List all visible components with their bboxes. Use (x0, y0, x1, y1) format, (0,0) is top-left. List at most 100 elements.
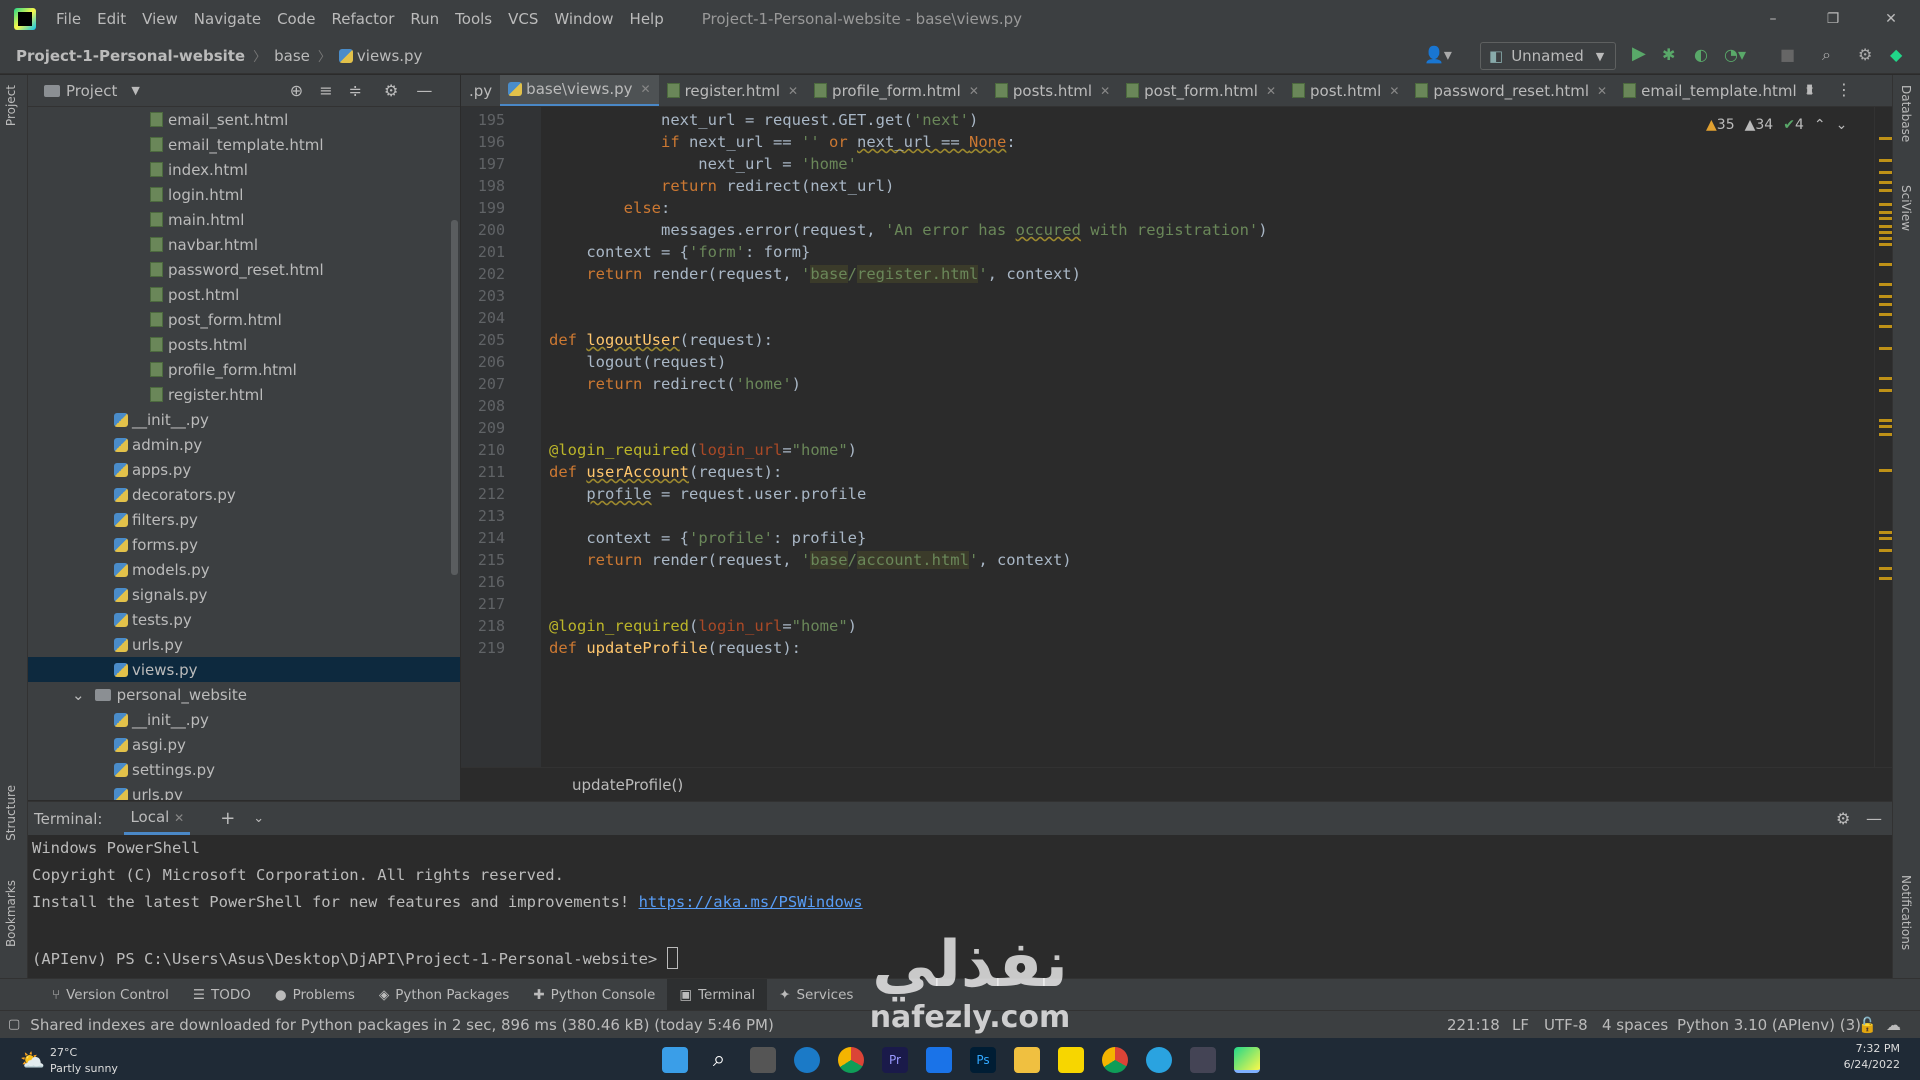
chevron-up-icon[interactable]: ⌃ (1814, 117, 1826, 133)
warning-marker[interactable] (1879, 577, 1893, 580)
tree-item[interactable]: index.html (28, 157, 460, 182)
sciview-tool-tab[interactable]: SciView (1899, 185, 1913, 231)
chevron-down-icon[interactable]: ⌄ (72, 686, 85, 704)
warning-marker[interactable] (1879, 433, 1893, 436)
windows-start-icon[interactable] (662, 1047, 688, 1073)
database-tool-tab[interactable]: Database (1899, 85, 1913, 142)
notifications-tool-tab[interactable]: Notifications (1899, 875, 1913, 950)
tree-item[interactable]: post.html (28, 282, 460, 307)
warning-marker[interactable] (1879, 231, 1893, 234)
tool-window-todo[interactable]: ☰ TODO (181, 979, 263, 1011)
warning-marker[interactable] (1879, 389, 1893, 392)
code-line[interactable]: messages.error(request, 'An error has oc… (549, 221, 1268, 239)
code-line[interactable]: logout(request) (549, 353, 726, 371)
tree-item[interactable]: settings.py (28, 757, 460, 782)
search-icon[interactable]: ⌕ (706, 1047, 732, 1073)
tree-item[interactable]: email_sent.html (28, 107, 460, 132)
tree-item[interactable]: apps.py (28, 457, 460, 482)
tool-window-python-console[interactable]: ✚ Python Console (521, 979, 667, 1011)
error-stripe[interactable] (1874, 107, 1893, 767)
editor-tab[interactable]: profile_form.html ✕ (806, 75, 987, 106)
tree-item[interactable]: register.html (28, 382, 460, 407)
tree-item[interactable]: email_template.html (28, 132, 460, 157)
warning-marker[interactable] (1879, 159, 1893, 162)
python-interpreter[interactable]: Python 3.10 (APIenv) (3) (1677, 1016, 1861, 1034)
close-tab-icon[interactable]: ✕ (1100, 84, 1110, 98)
maximize-button[interactable]: ❐ (1810, 0, 1856, 38)
code-line[interactable]: return redirect(next_url) (549, 177, 894, 195)
warning-marker[interactable] (1879, 313, 1893, 316)
tree-item[interactable]: __init__.py (28, 707, 460, 732)
premiere-icon[interactable]: Pr (882, 1047, 908, 1073)
close-tab-icon[interactable]: ✕ (788, 84, 798, 98)
warning-marker[interactable] (1879, 347, 1893, 350)
warning-marker[interactable] (1879, 203, 1893, 206)
menu-item-code[interactable]: Code (269, 10, 323, 28)
warning-marker[interactable] (1879, 225, 1893, 228)
warning-marker[interactable] (1879, 419, 1893, 422)
tree-item[interactable]: models.py (28, 557, 460, 582)
warning-marker[interactable] (1879, 263, 1893, 266)
close-tab-icon[interactable]: ✕ (969, 84, 979, 98)
menu-item-file[interactable]: File (48, 10, 89, 28)
warning-marker[interactable] (1879, 237, 1893, 240)
close-tab-icon[interactable]: ✕ (1389, 84, 1399, 98)
debug-icon[interactable]: ✱ (1662, 45, 1675, 64)
inspection-widget[interactable]: ▲35 ▲34 ✔4 ⌃ ⌄ (1706, 117, 1847, 133)
warning-marker[interactable] (1879, 377, 1893, 380)
menu-item-run[interactable]: Run (402, 10, 447, 28)
hide-icon[interactable]: — (1866, 809, 1882, 828)
code-line[interactable]: profile = request.user.profile (549, 485, 866, 503)
code-line[interactable]: def updateProfile(request): (549, 639, 801, 657)
warning-marker[interactable] (1879, 189, 1893, 192)
toggle-tool-windows-icon[interactable]: ▢ (8, 1017, 20, 1032)
more-options-icon[interactable]: ⋮ (1836, 80, 1852, 99)
editor-tab[interactable]: post_form.html ✕ (1118, 75, 1284, 106)
tree-item[interactable]: urls.py (28, 632, 460, 657)
close-icon[interactable]: ✕ (174, 811, 184, 825)
bookmarks-tool-tab[interactable]: Bookmarks (4, 880, 18, 947)
tree-item[interactable]: post_form.html (28, 307, 460, 332)
warning-marker[interactable] (1879, 171, 1893, 174)
warning-marker[interactable] (1879, 295, 1893, 298)
terminal-tab-local[interactable]: Local ✕ (124, 802, 191, 835)
terminal-cursor[interactable] (666, 947, 678, 969)
editor-tab[interactable]: register.html ✕ (659, 75, 806, 106)
gear-icon[interactable]: ⚙ (1858, 45, 1872, 64)
tool-window-problems[interactable]: ● Problems (263, 979, 367, 1011)
file-encoding[interactable]: UTF-8 (1544, 1016, 1588, 1034)
editor-tab[interactable]: posts.html ✕ (987, 75, 1118, 106)
warning-marker[interactable] (1879, 425, 1893, 428)
warning-marker[interactable] (1879, 469, 1893, 472)
close-tab-icon[interactable]: ✕ (1597, 84, 1607, 98)
chevron-down-icon[interactable]: ▼ (131, 84, 139, 97)
menu-item-navigate[interactable]: Navigate (186, 10, 269, 28)
warning-marker[interactable] (1879, 217, 1893, 220)
tree-item[interactable]: tests.py (28, 607, 460, 632)
photoshop-icon[interactable]: Ps (970, 1047, 996, 1073)
editor-breadcrumb[interactable]: updateProfile() (572, 776, 683, 794)
tree-item[interactable]: signals.py (28, 582, 460, 607)
run-icon[interactable]: ▶ (1632, 43, 1646, 64)
tree-item[interactable]: profile_form.html (28, 357, 460, 382)
run-configuration-select[interactable]: ◧ Unnamed ▼ (1480, 42, 1616, 70)
tree-item[interactable]: urls.py (28, 782, 460, 800)
menu-item-help[interactable]: Help (622, 10, 672, 28)
menu-item-vcs[interactable]: VCS (500, 10, 546, 28)
sticky-notes-icon[interactable] (1058, 1047, 1084, 1073)
code-line[interactable]: return redirect('home') (549, 375, 801, 393)
warning-marker[interactable] (1879, 325, 1893, 328)
code-line[interactable]: if next_url == '' or next_url == None: (549, 133, 1016, 151)
code-line[interactable]: else: (549, 199, 671, 217)
tree-item[interactable]: password_reset.html (28, 257, 460, 282)
file-explorer-icon[interactable] (1014, 1047, 1040, 1073)
warning-marker[interactable] (1879, 549, 1893, 552)
gear-icon[interactable]: ⚙ (1836, 809, 1850, 828)
mail-icon[interactable] (926, 1047, 952, 1073)
editor-tab[interactable]: password_reset.html ✕ (1407, 75, 1615, 106)
menu-item-view[interactable]: View (134, 10, 186, 28)
pycharm-taskbar-icon[interactable] (1234, 1047, 1260, 1073)
expand-all-icon[interactable]: ≡ (319, 81, 332, 100)
chrome-profile-icon[interactable] (1102, 1047, 1128, 1073)
warning-marker[interactable] (1879, 137, 1893, 140)
